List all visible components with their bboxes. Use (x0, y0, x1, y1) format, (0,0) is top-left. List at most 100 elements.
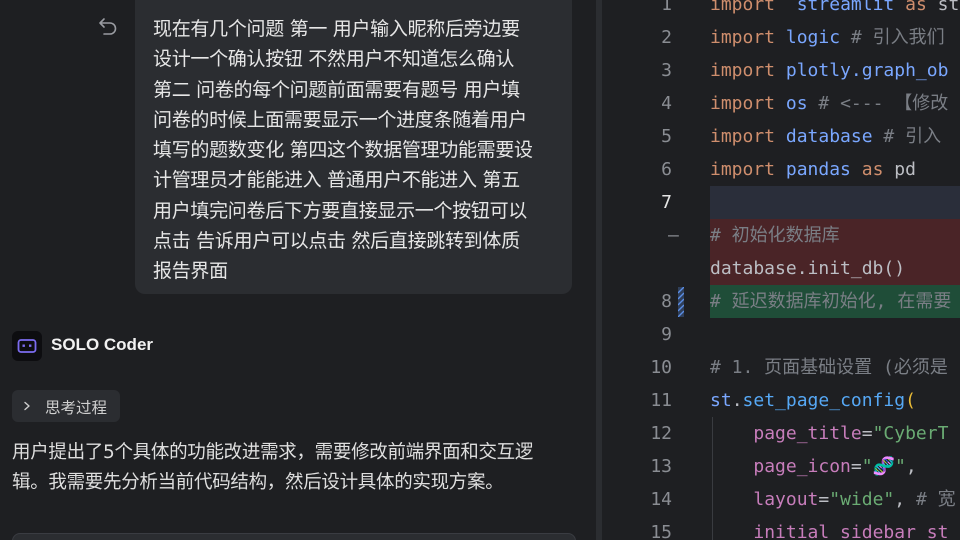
code-line[interactable]: database.init_db() (602, 252, 960, 285)
chevron-right-icon (24, 401, 30, 411)
code-token: , (905, 456, 917, 477)
line-number: 5 (661, 126, 672, 147)
code-token: set_page_config (742, 390, 906, 411)
code-token: st (710, 390, 732, 411)
code-token: import (710, 126, 776, 147)
agent-response-line: 用户提出了5个具体的功能改进需求，需要修改前端界面和交互逻 (12, 442, 534, 463)
robot-icon (12, 331, 42, 361)
code-line[interactable]: 2 import logic # 引入我们 (602, 21, 960, 54)
change-marker-icon[interactable] (678, 287, 684, 317)
code-token: as (861, 159, 884, 180)
code-token: = (850, 456, 862, 477)
code-token: import (710, 0, 776, 15)
code-token: # 延迟数据库初始化, 在需要 (710, 291, 952, 312)
code-line[interactable]: 4 import os # <--- 【修改 (602, 87, 960, 120)
code-text: # 初始化数据库 (710, 219, 840, 252)
code-line[interactable]: 10 # 1. 页面基础设置 (必须是 (602, 351, 960, 384)
code-line[interactable]: 13 page_icon="🧬", (602, 450, 960, 483)
code-token: "wide" (829, 489, 895, 510)
code-text: import logic # 引入我们 (710, 21, 945, 54)
code-line[interactable]: 9 (602, 318, 960, 351)
code-token: logic (785, 27, 841, 48)
code-token: streamlit (796, 0, 895, 15)
code-text: import plotly.graph_ob (710, 54, 948, 87)
undo-icon[interactable] (97, 15, 119, 37)
thinking-label: 思考过程 (45, 399, 108, 417)
code-token: plotly.graph_ob (785, 60, 949, 81)
line-number: 7 (661, 192, 672, 213)
agent-response-line: 辑。我需要先分析当前代码结构，然后设计具体的实现方案。 (12, 472, 504, 493)
code-text: import os # <--- 【修改 (710, 87, 948, 120)
code-text: database.init_db() (710, 252, 905, 285)
line-number: 15 (650, 522, 672, 540)
code-token: = (818, 489, 830, 510)
code-token: = (861, 423, 873, 444)
code-line[interactable]: 7 (602, 186, 960, 219)
code-token: database (785, 126, 873, 147)
line-number: 13 (650, 456, 672, 477)
code-token: database.init_db() (710, 258, 906, 279)
code-line[interactable]: 14 layout="wide", # 宽 (602, 483, 960, 516)
code-token: as (905, 0, 927, 15)
user-message-line: 问卷的时候上面需要显示一个进度条随着用户 (153, 108, 528, 131)
line-number: 10 (650, 357, 672, 378)
user-message-line: 报告界面 (153, 260, 228, 283)
line-number: 3 (661, 60, 672, 81)
code-editor[interactable]: 1 import streamlit as st 2 import logic # 引… (602, 0, 960, 540)
code-text: import database # 引入 (710, 120, 941, 153)
code-text: page_title="CyberT (710, 417, 948, 450)
line-number: 14 (650, 489, 672, 510)
code-token: # <--- 【修改 (818, 93, 949, 114)
current-line-highlight (710, 186, 960, 219)
code-text: layout="wide", # 宽 (710, 483, 956, 516)
code-line[interactable]: 11 st.set_page_config( (602, 384, 960, 417)
code-token: os (785, 93, 808, 114)
user-message-bubble: 现在有几个问题 第一 用户输入昵称后旁边要 设计一个确认按钮 不然用户不知道怎么… (135, 0, 572, 294)
user-message-line: 用户填完问卷后下方要直接显示一个按钮可以 (153, 199, 528, 222)
thinking-process-toggle[interactable]: 思考过程 (12, 390, 120, 422)
chat-input-box[interactable] (12, 533, 576, 540)
code-line[interactable]: 6 import pandas as pd (602, 153, 960, 186)
code-text: st.set_page_config( (710, 384, 916, 417)
code-token: pd (883, 159, 916, 180)
code-token: # 宽 (915, 489, 956, 510)
code-token: import (710, 27, 776, 48)
code-token: # 初始化数据库 (710, 225, 840, 246)
user-message-line: 设计一个确认按钮 不然用户不知道怎么确认 (153, 48, 515, 71)
code-token: # 引入我们 (850, 27, 945, 48)
code-token: layout (753, 489, 819, 510)
code-line[interactable]: 8 # 延迟数据库初始化, 在需要 (602, 285, 960, 318)
code-token: pandas (785, 159, 851, 180)
code-text: import streamlit as st (710, 0, 959, 21)
code-token: import (710, 93, 776, 114)
code-token: initial_sidebar_st (753, 522, 949, 540)
user-message-line: 计管理员才能能进入 普通用户不能进入 第五 (153, 169, 520, 192)
code-line[interactable]: 15 initial_sidebar_st (602, 516, 960, 540)
line-number: 9 (661, 324, 672, 345)
line-number: 8 (661, 291, 672, 312)
code-line[interactable]: — # 初始化数据库 (602, 219, 960, 252)
line-number: 4 (661, 93, 672, 114)
chat-panel: 现在有几个问题 第一 用户输入昵称后旁边要 设计一个确认按钮 不然用户不知道怎么… (0, 0, 596, 540)
code-token: # 1. 页面基础设置 (必须是 (710, 357, 948, 378)
code-line[interactable]: 3 import plotly.graph_ob (602, 54, 960, 87)
agent-name: SOLO Coder (51, 335, 154, 354)
code-token: . (731, 390, 743, 411)
code-line[interactable]: 1 import streamlit as st (602, 0, 960, 21)
code-text: # 1. 页面基础设置 (必须是 (710, 351, 948, 384)
code-text: # 延迟数据库初始化, 在需要 (710, 285, 951, 318)
user-message-line: 点击 告诉用户可以点击 然后直接跳转到体质 (153, 230, 520, 253)
code-line[interactable]: 12 page_title="CyberT (602, 417, 960, 450)
code-line[interactable]: 5 import database # 引入 (602, 120, 960, 153)
user-message-line: 填写的题数变化 第四这个数据管理功能需要设 (153, 139, 533, 162)
